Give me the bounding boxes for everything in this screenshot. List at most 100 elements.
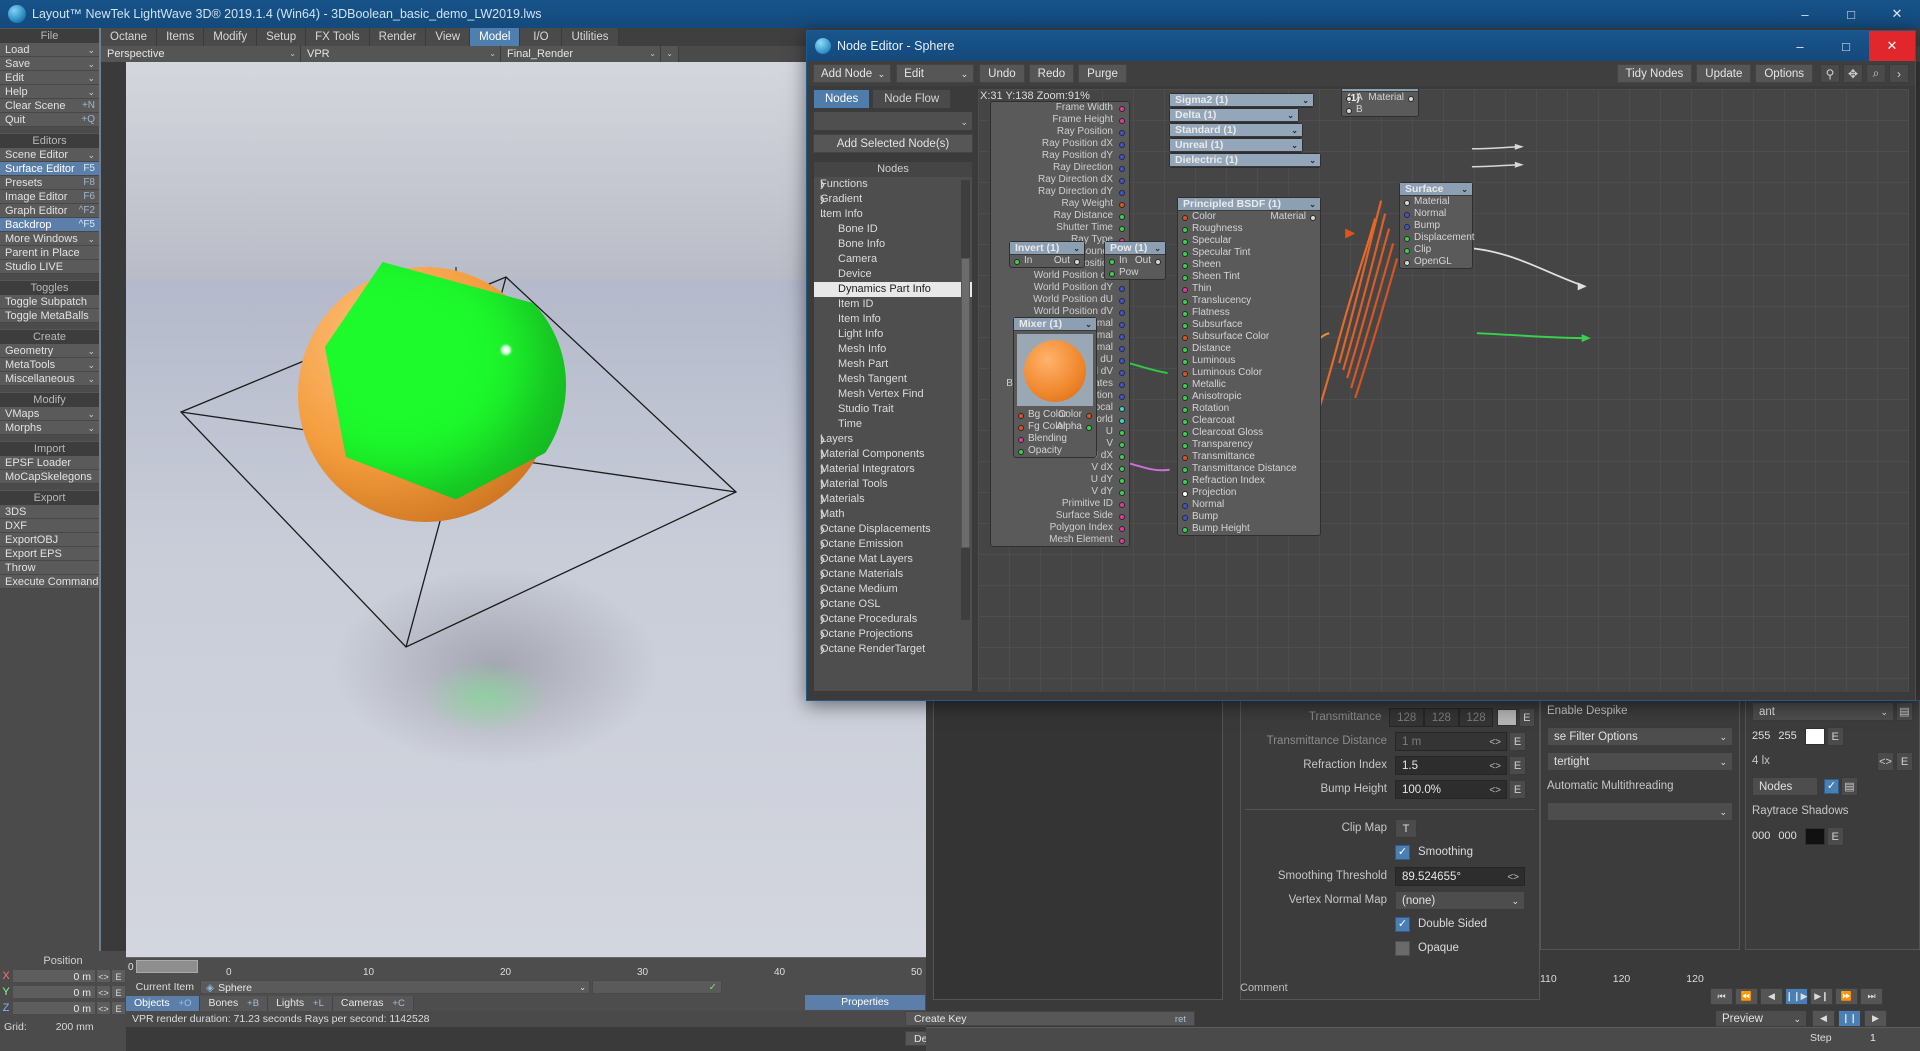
tree-item-studio-trait[interactable]: Studio Trait xyxy=(814,402,972,417)
chevron-right-icon[interactable]: ❯ xyxy=(819,582,826,597)
spot-info-port-ray-distance[interactable]: Ray Distance xyxy=(991,210,1129,222)
input-port-dot-icon[interactable] xyxy=(1182,226,1188,233)
chevron-right-icon[interactable]: ❯ xyxy=(819,567,826,582)
port-dot-icon[interactable] xyxy=(1119,321,1125,328)
transport-button-6[interactable]: ⏭ xyxy=(1860,988,1883,1005)
chevron-down-icon[interactable]: ⌄ xyxy=(1154,242,1161,255)
chevron-right-icon[interactable]: ❯ xyxy=(819,537,826,552)
tidy-nodes-button[interactable]: Tidy Nodes xyxy=(1616,64,1693,83)
tree-item-materials[interactable]: ❯ Materials xyxy=(814,492,972,507)
coord-envelope-button[interactable]: E xyxy=(111,969,126,983)
tree-item-mesh-tangent[interactable]: Mesh Tangent xyxy=(814,372,972,387)
sidebar-item-vmaps[interactable]: VMaps ⌄ xyxy=(0,407,99,421)
node-editor-maximize-button[interactable]: □ xyxy=(1823,31,1869,61)
input-port-dot-icon[interactable] xyxy=(1182,454,1188,461)
spot-info-port-frame-height[interactable]: Frame Height xyxy=(991,114,1129,126)
chevron-down-icon[interactable]: ⌄ xyxy=(1291,139,1298,152)
tree-item-octane-projections[interactable]: ❯ Octane Projections xyxy=(814,627,972,642)
close-button[interactable]: ✕ xyxy=(1874,0,1920,28)
port-dot-icon[interactable] xyxy=(1119,537,1125,544)
port-dot-icon[interactable] xyxy=(1119,117,1125,124)
port-dot-icon[interactable] xyxy=(1119,225,1125,232)
port-dot-icon[interactable] xyxy=(1119,465,1125,472)
input-port-dot-icon[interactable] xyxy=(1182,442,1188,449)
next-frame-button[interactable]: ▶ xyxy=(1864,1010,1887,1027)
light-color-swatch[interactable] xyxy=(1804,727,1825,745)
port-dot-icon[interactable] xyxy=(1119,177,1125,184)
smoothing-threshold-field[interactable]: 89.524655° <> xyxy=(1395,866,1525,886)
port-dot-icon[interactable] xyxy=(1119,393,1125,400)
chevron-down-icon[interactable]: ⌄ xyxy=(1302,94,1309,107)
spot-info-port-ray-direction-dx[interactable]: Ray Direction dX xyxy=(991,174,1129,186)
node-surface[interactable]: Surface ⌄ Material Normal Bump Displacement Cl… xyxy=(1399,182,1475,269)
chevron-down-icon[interactable]: ⌄ xyxy=(1309,154,1316,167)
ant-edit-button[interactable]: ▤ xyxy=(1896,701,1913,721)
lights-button[interactable]: Lights +L xyxy=(268,995,333,1011)
spot-info-port-ray-position[interactable]: Ray Position xyxy=(991,126,1129,138)
chevron-right-icon[interactable]: ❯ xyxy=(819,552,826,567)
input-port-dot-icon[interactable] xyxy=(1182,370,1188,377)
sidebar-item-miscellaneous[interactable]: Miscellaneous ⌄ xyxy=(0,372,99,386)
input-port-dot-icon[interactable] xyxy=(1182,382,1188,389)
node-category-tree[interactable]: Nodes ❯ Functions ❯ Gradient ⌄ Item Info Bone … xyxy=(813,161,973,692)
port-dot-icon[interactable] xyxy=(1119,153,1125,160)
port-dot-icon[interactable] xyxy=(1119,165,1125,172)
input-port-dot-icon[interactable] xyxy=(1109,270,1115,277)
input-port-dot-icon[interactable] xyxy=(1182,478,1188,485)
double-sided-checkbox[interactable]: ✓ xyxy=(1395,916,1410,932)
chevron-down-icon[interactable]: ⌄ xyxy=(1291,124,1298,137)
tree-item-mesh-part[interactable]: Mesh Part xyxy=(814,357,972,372)
menu-tab-utilities[interactable]: Utilities xyxy=(562,28,619,46)
maximize-button[interactable]: □ xyxy=(1828,0,1874,28)
tree-scrollbar[interactable] xyxy=(961,180,970,620)
input-port-dot-icon[interactable] xyxy=(1182,430,1188,437)
sidebar-item-mocapskelegons[interactable]: MoCapSkelegons xyxy=(0,470,99,484)
input-port-dot-icon[interactable] xyxy=(1404,259,1410,266)
menu-tab-view[interactable]: View xyxy=(426,28,471,46)
surface-prop-value-field[interactable]: 100.0% <> xyxy=(1395,779,1507,800)
stepper-arrows-icon[interactable]: <> xyxy=(1489,781,1501,800)
node-header[interactable]: Delta (1) ⌄ xyxy=(1170,109,1298,122)
input-port-dot-icon[interactable] xyxy=(1182,334,1188,341)
input-port-dot-icon[interactable] xyxy=(1018,412,1024,419)
watertight-dropdown[interactable]: tertight ⌄ xyxy=(1547,751,1733,771)
transport-button-1[interactable]: ⏪ xyxy=(1735,988,1758,1005)
node-header[interactable]: Standard (1) ⌄ xyxy=(1170,124,1302,137)
sidebar-item-dxf[interactable]: DXF xyxy=(0,519,99,533)
port-dot-icon[interactable] xyxy=(1119,129,1125,136)
chevron-down-icon[interactable]: ⌄ xyxy=(1287,109,1294,122)
node-header[interactable]: Sigma2 (1) ⌄ xyxy=(1170,94,1313,107)
create-key-button[interactable]: Create Key ret xyxy=(905,1011,1195,1026)
port-dot-icon[interactable] xyxy=(1119,453,1125,460)
chevron-right-icon[interactable]: ❯ xyxy=(819,447,826,462)
input-port-dot-icon[interactable] xyxy=(1018,448,1024,455)
port-dot-icon[interactable] xyxy=(1119,381,1125,388)
chevron-right-icon[interactable]: ❯ xyxy=(819,507,826,522)
output-port-dot-icon[interactable] xyxy=(1086,412,1092,419)
nodes-dropdown[interactable]: Nodes xyxy=(1752,776,1818,796)
port-dot-icon[interactable] xyxy=(1119,477,1125,484)
input-port-dot-icon[interactable] xyxy=(1182,394,1188,401)
node-editor-minimize-button[interactable]: – xyxy=(1777,31,1823,61)
surface-prop-envelope-button[interactable]: E xyxy=(1518,707,1536,727)
search-icon[interactable]: ⌕ xyxy=(1866,64,1886,83)
spot-info-port-primitive-id[interactable]: Primitive ID xyxy=(991,498,1129,510)
pin-icon[interactable]: ⚲ xyxy=(1820,64,1840,83)
port-dot-icon[interactable] xyxy=(1119,417,1125,424)
purge-button[interactable]: Purge xyxy=(1078,64,1127,83)
tree-item-functions[interactable]: ❯ Functions xyxy=(814,177,972,192)
lux-edit-button[interactable]: E xyxy=(1896,751,1913,771)
output-port-dot-icon[interactable] xyxy=(1408,95,1414,102)
spot-info-port-mesh-element[interactable]: Mesh Element xyxy=(991,534,1129,546)
chevron-right-icon[interactable]: ❯ xyxy=(819,432,826,447)
tree-item-light-info[interactable]: Light Info xyxy=(814,327,972,342)
tree-scrollbar-thumb[interactable] xyxy=(961,258,970,548)
chevron-down-icon[interactable]: ⌄ xyxy=(1085,318,1092,331)
menu-tab-model[interactable]: Model xyxy=(470,28,521,46)
input-port-dot-icon[interactable] xyxy=(1182,406,1188,413)
node-invert[interactable]: Invert (1) ⌄ In Out xyxy=(1009,241,1085,268)
port-dot-icon[interactable] xyxy=(1119,357,1125,364)
port-dot-icon[interactable] xyxy=(1119,141,1125,148)
node-mixer[interactable]: Mixer (1) ⌄ Bg Color Color Fg Color Alpha Blen… xyxy=(1013,317,1097,458)
node-graph-canvas[interactable]: X:31 Y:138 Zoom:91% Frame Width Frame He… xyxy=(978,89,1909,692)
